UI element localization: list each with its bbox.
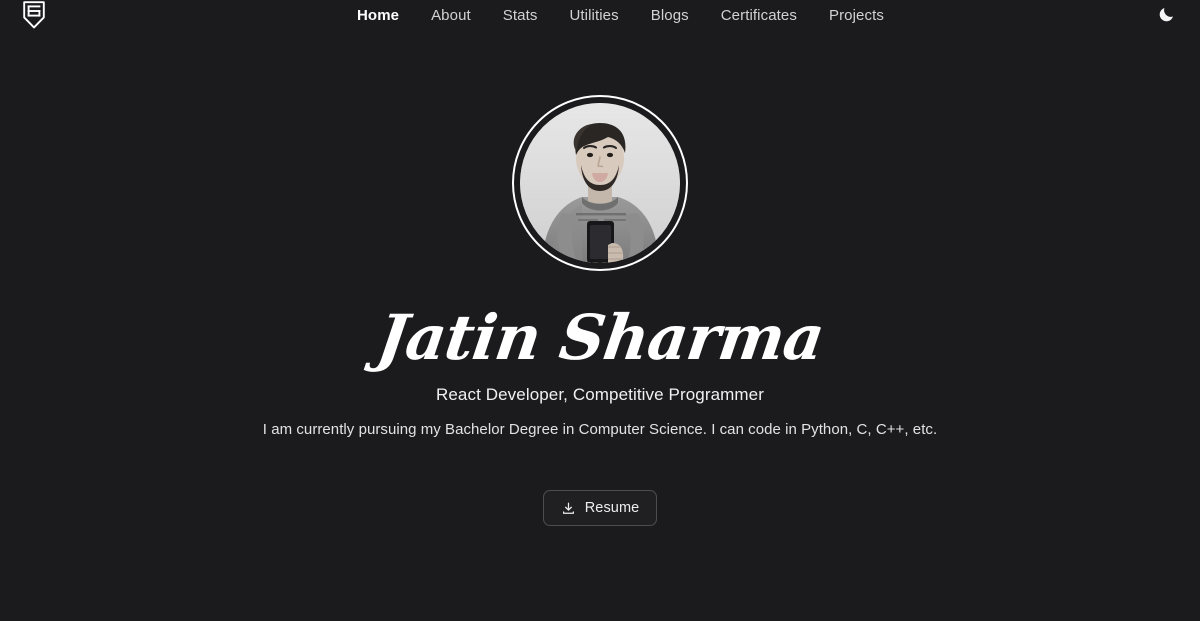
moon-icon [1157,5,1176,27]
nav-item-about[interactable]: About [415,0,487,31]
resume-button[interactable]: Resume [542,490,658,526]
hero-tagline: React Developer, Competitive Programmer [436,385,764,404]
nav-item-home[interactable]: Home [357,0,415,31]
hero-description: I am currently pursuing my Bachelor Degr… [262,421,938,438]
resume-button-label: Resume [584,500,640,516]
hero-section: Jatin Sharma React Developer, Competitiv… [0,31,1200,526]
nav-item-stats[interactable]: Stats [487,0,554,31]
nav-item-blogs[interactable]: Blogs [635,0,705,31]
nav-item-projects[interactable]: Projects [813,0,900,31]
shield-badge-icon [19,0,49,30]
theme-toggle-button[interactable] [1154,4,1178,28]
site-logo[interactable] [18,0,50,31]
nav-links: Home About Stats Utilities Blogs Certifi… [357,0,900,31]
download-icon [561,501,576,516]
nav-item-certificates[interactable]: Certificates [705,0,813,31]
page-title: Jatin Sharma [372,301,828,374]
nav-item-utilities[interactable]: Utilities [553,0,634,31]
avatar-ring [512,95,688,271]
profile-photo [520,103,680,263]
main-navbar: Home About Stats Utilities Blogs Certifi… [0,0,1200,31]
avatar [520,103,680,263]
